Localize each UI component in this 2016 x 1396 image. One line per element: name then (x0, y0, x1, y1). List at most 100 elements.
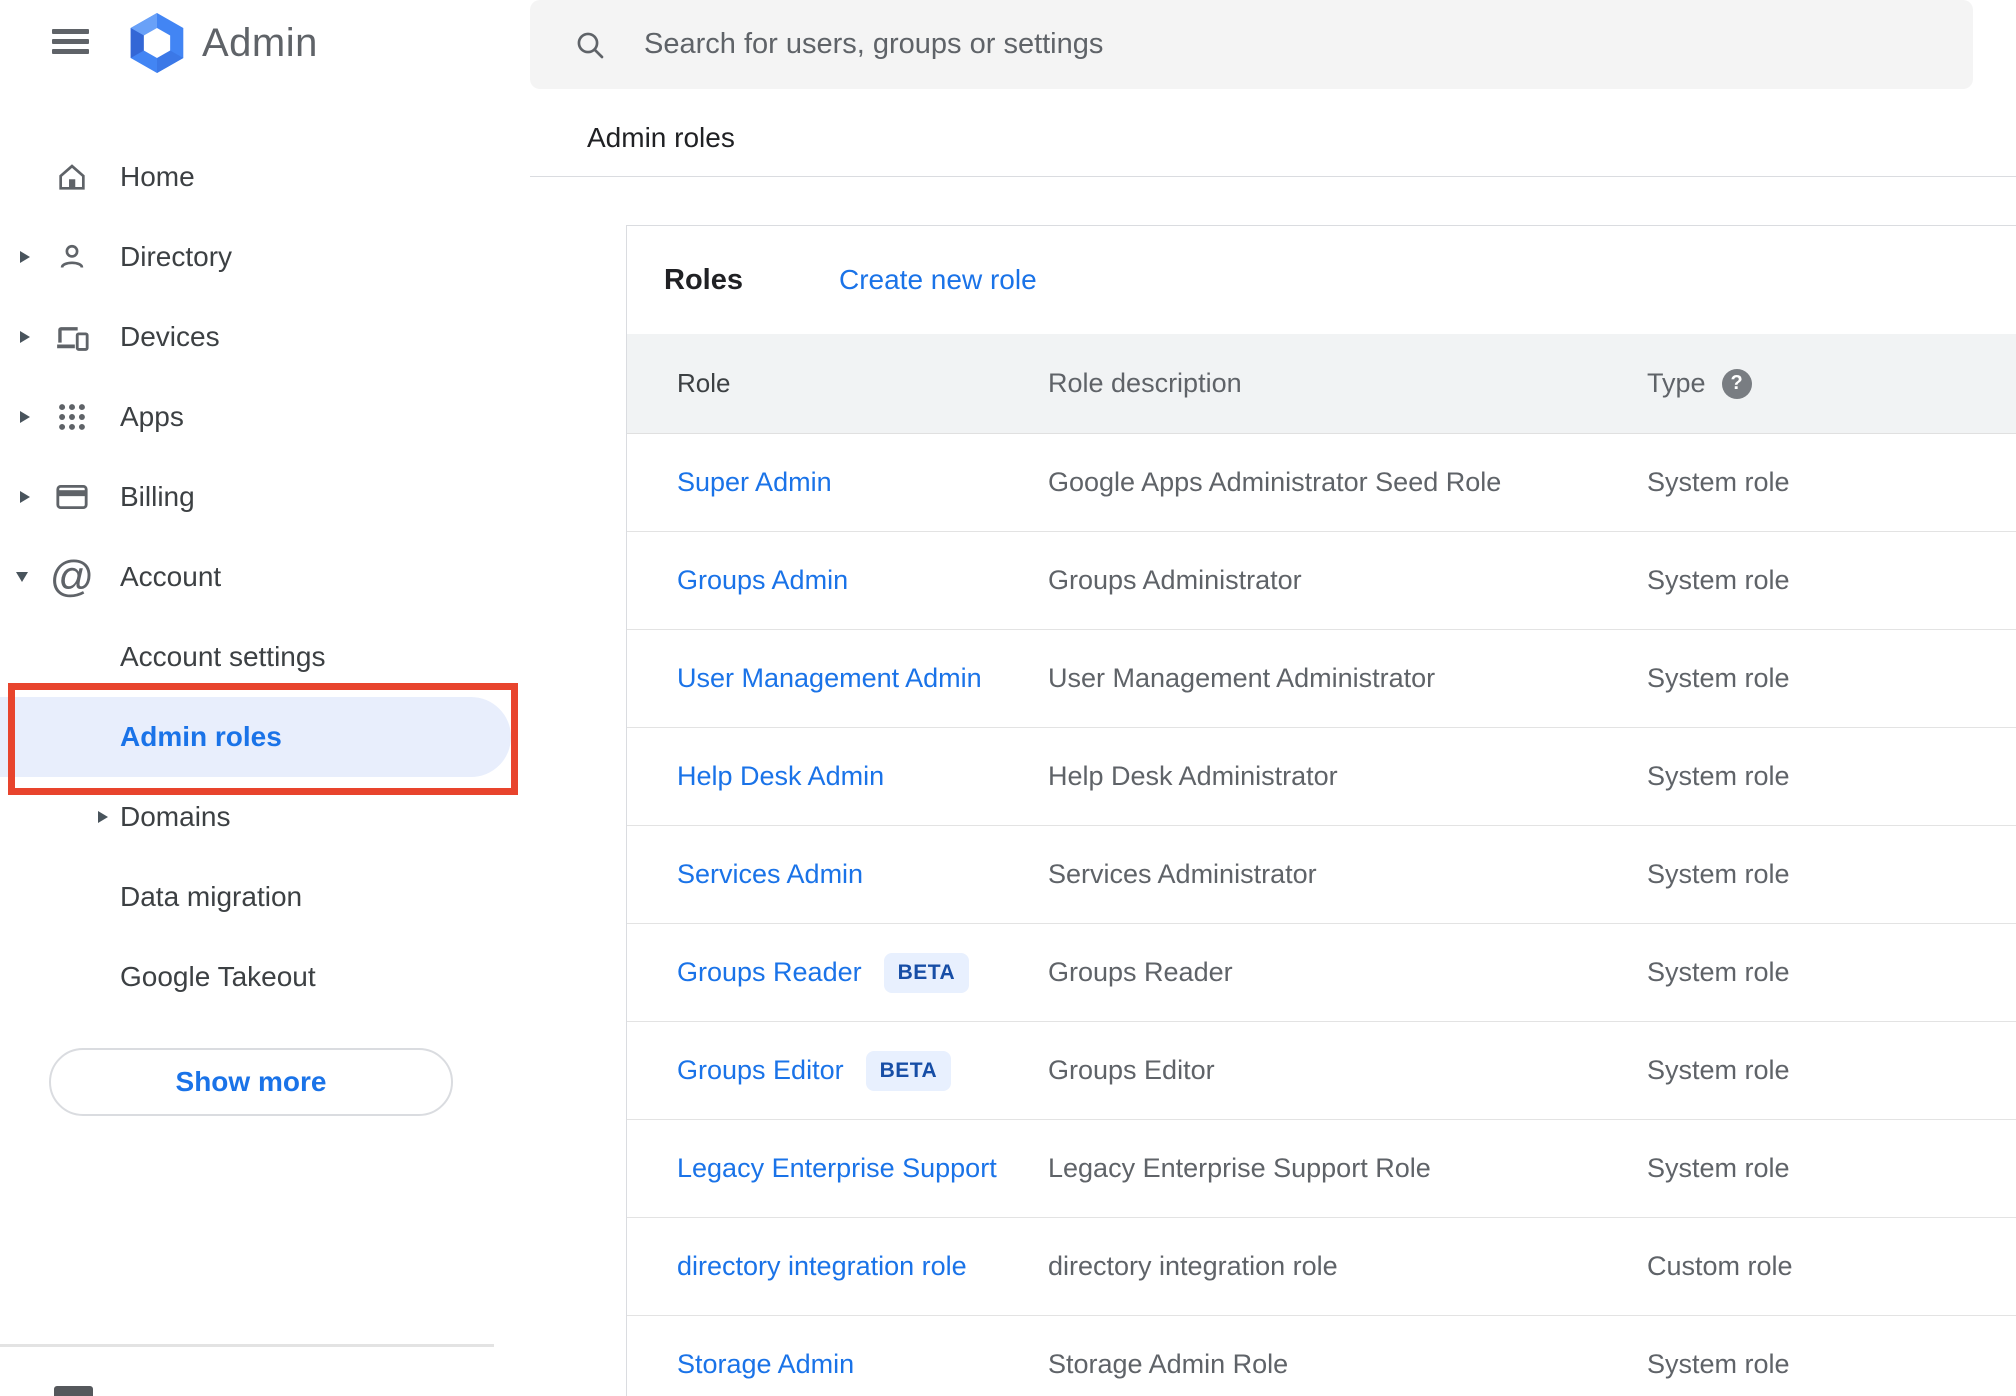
partial-bottom-icon (54, 1386, 93, 1396)
table-row: Groups Editor BETA Groups Editor System … (627, 1022, 2016, 1120)
role-link[interactable]: Groups Admin (677, 565, 848, 596)
hamburger-bar (52, 29, 89, 34)
role-description: Services Administrator (1048, 859, 1317, 889)
role-cell: Legacy Enterprise Support (677, 1153, 1048, 1184)
table-row: User Management Admin User Management Ad… (627, 630, 2016, 728)
table-row: Storage Admin Storage Admin Role System … (627, 1316, 2016, 1396)
column-header-description: Role description (1048, 368, 1242, 398)
breadcrumb: Admin roles (587, 122, 735, 153)
expand-arrow-icon[interactable] (20, 411, 30, 423)
role-cell: Groups Admin (677, 565, 1048, 596)
expand-arrow-icon[interactable] (98, 811, 108, 823)
person-icon (54, 239, 90, 275)
create-new-role-link[interactable]: Create new role (839, 264, 1037, 296)
role-type: System role (1647, 957, 1790, 987)
sidebar-item-label: Data migration (120, 881, 303, 912)
role-cell: directory integration role (677, 1251, 1048, 1282)
role-type: System role (1647, 467, 1790, 497)
table-row: Groups Reader BETA Groups Reader System … (627, 924, 2016, 1022)
beta-badge: BETA (883, 952, 970, 993)
sidebar-item-domains[interactable]: Domains (0, 777, 517, 857)
sidebar-item-apps[interactable]: Apps (0, 377, 517, 457)
role-description: Help Desk Administrator (1048, 761, 1338, 791)
role-description: Groups Editor (1048, 1055, 1215, 1085)
header-divider (530, 176, 2016, 177)
hamburger-bar (52, 39, 89, 44)
sidebar-divider (0, 1344, 494, 1347)
admin-hexagon-icon (130, 12, 184, 74)
role-description: Groups Reader (1048, 957, 1233, 987)
admin-logo[interactable]: Admin (128, 12, 318, 74)
role-cell: Services Admin (677, 859, 1048, 890)
role-cell: Groups Editor BETA (677, 1050, 1048, 1091)
roles-card-header: Roles Create new role (627, 226, 2016, 334)
role-link[interactable]: Groups Editor (677, 1055, 844, 1086)
beta-badge: BETA (865, 1050, 952, 1091)
sidebar-item-account[interactable]: @ Account (0, 537, 517, 617)
roles-table-body: Super Admin Google Apps Administrator Se… (627, 434, 2016, 1396)
expand-arrow-icon[interactable] (20, 331, 30, 343)
table-row: Legacy Enterprise Support Legacy Enterpr… (627, 1120, 2016, 1218)
expand-arrow-icon[interactable] (20, 491, 30, 503)
role-type: System role (1647, 663, 1790, 693)
role-link[interactable]: Help Desk Admin (677, 761, 884, 792)
apps-grid-icon (54, 399, 90, 435)
role-link[interactable]: Legacy Enterprise Support (677, 1153, 997, 1184)
sidebar-item-account-settings[interactable]: Account settings (0, 617, 517, 697)
role-link[interactable]: Super Admin (677, 467, 832, 498)
sidebar-item-label: Apps (120, 401, 184, 432)
role-type: System role (1647, 859, 1790, 889)
role-cell: Help Desk Admin (677, 761, 1048, 792)
sidebar-item-label: Domains (120, 801, 231, 832)
sidebar-item-admin-roles[interactable]: Admin roles (0, 697, 511, 777)
table-row: Services Admin Services Administrator Sy… (627, 826, 2016, 924)
collapse-arrow-icon[interactable] (16, 572, 28, 582)
role-type: System role (1647, 1055, 1790, 1085)
admin-console-screen: Admin Home Directory Devices Apps Billin… (0, 0, 2016, 1396)
sidebar-item-devices[interactable]: Devices (0, 297, 517, 377)
sidebar-item-home[interactable]: Home (0, 137, 517, 217)
sidebar-item-label: Home (120, 161, 195, 192)
column-header-role: Role (677, 368, 731, 398)
sidebar-item-label: Account (120, 561, 222, 592)
role-cell: Storage Admin (677, 1349, 1048, 1380)
role-link[interactable]: Storage Admin (677, 1349, 854, 1380)
role-type: System role (1647, 565, 1790, 595)
sidebar-item-label: Admin roles (120, 721, 282, 752)
hamburger-bar (52, 49, 89, 54)
sidebar-item-data-migration[interactable]: Data migration (0, 857, 517, 937)
role-link[interactable]: Services Admin (677, 859, 863, 890)
sidebar: Admin Home Directory Devices Apps Billin… (0, 0, 518, 1396)
search-bar (530, 0, 1973, 89)
role-link[interactable]: User Management Admin (677, 663, 982, 694)
role-type: System role (1647, 1153, 1790, 1183)
sidebar-item-billing[interactable]: Billing (0, 457, 517, 537)
sidebar-item-google-takeout[interactable]: Google Takeout (0, 937, 517, 1017)
search-input[interactable] (644, 28, 1973, 61)
sidebar-nav: Home Directory Devices Apps Billing @ Ac… (0, 137, 517, 1017)
role-type: System role (1647, 761, 1790, 791)
sidebar-item-label: Devices (120, 321, 220, 352)
table-header-row: Role Role description Type ? (627, 334, 2016, 434)
home-icon (54, 159, 90, 195)
role-cell: Super Admin (677, 467, 1048, 498)
at-sign-icon: @ (49, 552, 95, 601)
role-description: Storage Admin Role (1048, 1349, 1289, 1379)
sidebar-item-directory[interactable]: Directory (0, 217, 517, 297)
role-link[interactable]: directory integration role (677, 1251, 967, 1282)
menu-hamburger-button[interactable] (52, 29, 89, 55)
role-description: Legacy Enterprise Support Role (1048, 1153, 1431, 1183)
column-header-type: Type ? (1647, 368, 2016, 399)
roles-card: Roles Create new role Role Role descript… (626, 225, 2016, 1396)
help-icon[interactable]: ? (1721, 368, 1752, 399)
table-row: Groups Admin Groups Administrator System… (627, 532, 2016, 630)
role-cell: User Management Admin (677, 663, 1048, 694)
roles-title: Roles (664, 263, 743, 296)
table-row: directory integration role directory int… (627, 1218, 2016, 1316)
table-row: Super Admin Google Apps Administrator Se… (627, 434, 2016, 532)
role-cell: Groups Reader BETA (677, 952, 1048, 993)
show-more-button[interactable]: Show more (49, 1048, 453, 1116)
role-link[interactable]: Groups Reader (677, 957, 862, 988)
expand-arrow-icon[interactable] (20, 251, 30, 263)
credit-card-icon (54, 479, 90, 515)
